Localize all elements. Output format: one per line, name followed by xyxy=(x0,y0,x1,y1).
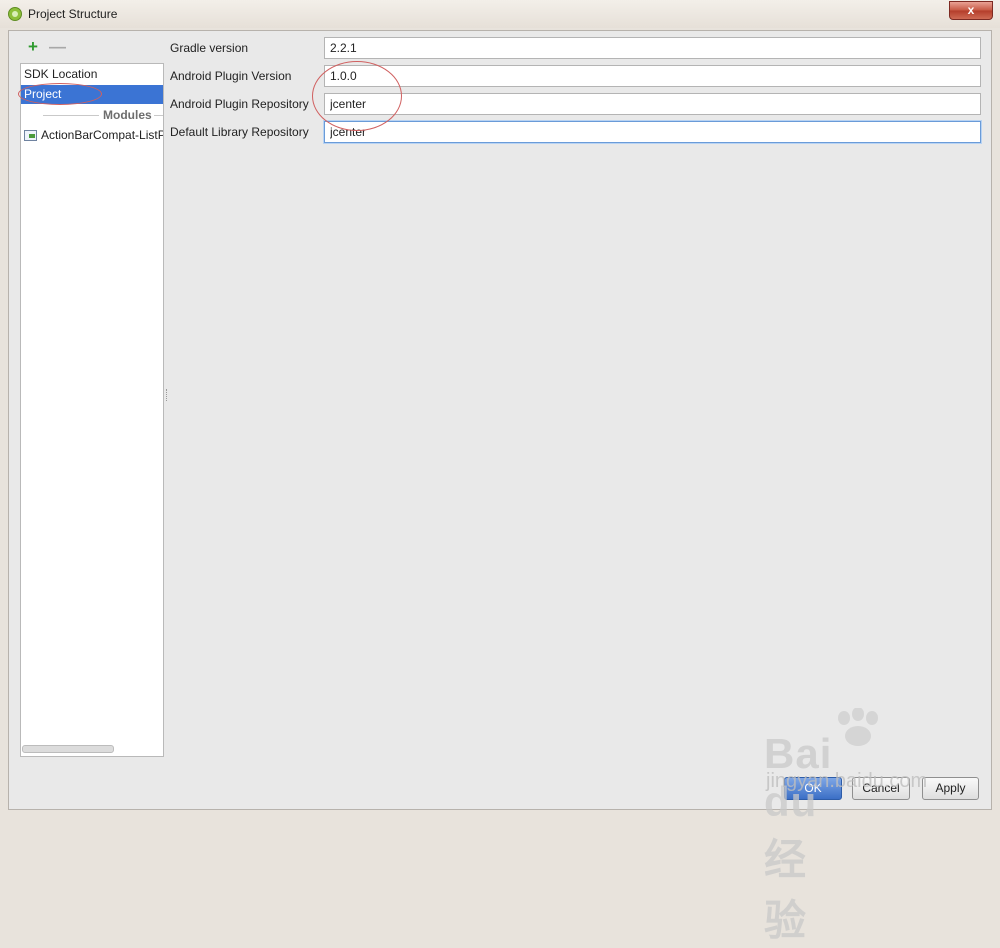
android-plugin-version-label: Android Plugin Version xyxy=(170,69,292,83)
remove-icon[interactable]: — xyxy=(49,38,66,55)
module-label: ActionBarCompat-ListPopupMenu xyxy=(41,128,164,142)
gradle-version-label: Gradle version xyxy=(170,41,249,55)
sidebar-item-label: SDK Location xyxy=(24,67,98,81)
cancel-button[interactable]: Cancel xyxy=(852,777,910,800)
android-plugin-version-field[interactable] xyxy=(324,65,981,87)
title-bar: Project Structure x xyxy=(0,0,1000,28)
add-icon[interactable]: + xyxy=(25,38,41,55)
separator-line xyxy=(154,115,163,116)
android-plugin-repository-label: Android Plugin Repository xyxy=(170,97,309,111)
gradle-version-field[interactable] xyxy=(324,37,981,59)
ok-button[interactable]: OK xyxy=(784,777,842,800)
project-structure-dialog: + — SDK Location Project Modules ActionB… xyxy=(8,30,992,810)
modules-header: Modules xyxy=(103,108,152,122)
splitter-handle[interactable] xyxy=(166,389,169,401)
module-icon xyxy=(24,130,37,141)
sidebar-item-module[interactable]: ActionBarCompat-ListPopupMenu xyxy=(21,126,163,145)
horizontal-scrollbar[interactable] xyxy=(22,745,114,753)
window-title: Project Structure xyxy=(28,7,118,21)
sidebar-item-label: Project xyxy=(24,87,62,101)
sidebar-item-sdk-location[interactable]: SDK Location xyxy=(21,65,163,84)
sidebar-item-project[interactable]: Project xyxy=(21,85,163,104)
default-library-repository-label: Default Library Repository xyxy=(170,125,309,139)
close-button[interactable]: x xyxy=(949,1,993,20)
apply-button[interactable]: Apply xyxy=(922,777,979,800)
android-studio-icon xyxy=(8,7,22,21)
modules-separator: Modules xyxy=(21,107,163,123)
android-plugin-repository-field[interactable] xyxy=(324,93,981,115)
default-library-repository-field[interactable] xyxy=(324,121,981,143)
sidebar: SDK Location Project Modules ActionBarCo… xyxy=(20,63,164,757)
separator-line xyxy=(43,115,99,116)
